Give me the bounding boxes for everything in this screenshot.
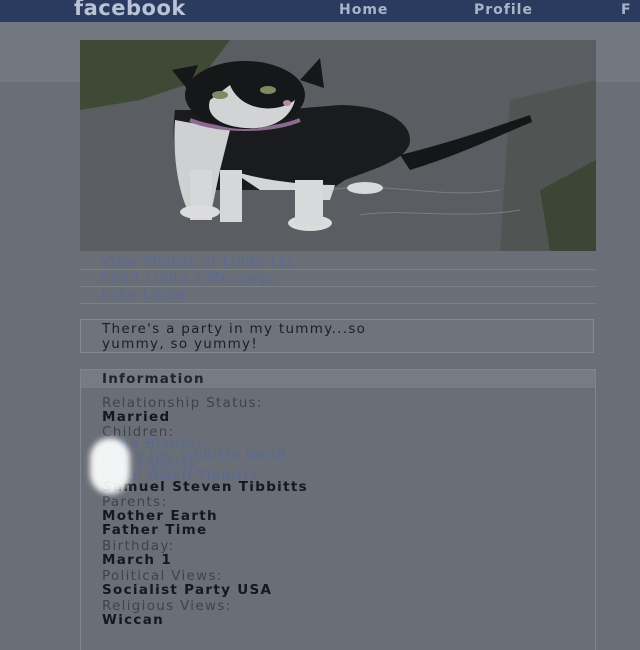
information-body: Relationship Status: Married Children: J… (81, 388, 595, 627)
cat-photo-image (80, 40, 596, 251)
relationship-value: Married (102, 409, 171, 425)
parents-group: Parents: Mother Earth Father Time (102, 495, 595, 537)
profile-photo[interactable] (80, 40, 596, 251)
birthday-label: Birthday: (102, 538, 175, 555)
parent-name: Father Time (102, 522, 208, 539)
status-text-line-1: There's a party in my tummy...so (102, 321, 367, 337)
child-name: Samuel Steven Tibbitts (102, 479, 308, 496)
birthday-value: March 1 (102, 552, 173, 569)
profile-column: View Photos of Linda (1) Send Linda a Me… (80, 40, 596, 650)
parents-label: Parents: (102, 494, 168, 511)
nav-friends[interactable]: F (621, 2, 632, 18)
information-title: Information (81, 370, 595, 388)
top-bar: facebook Home Profile F (0, 0, 640, 22)
status-text-line-2: yummy, so yummy! (102, 336, 259, 352)
political-group: Political Views: Socialist Party USA (102, 569, 595, 597)
profile-actions: View Photos of Linda (1) Send Linda a Me… (80, 253, 596, 304)
birthday-group: Birthday: March 1 (102, 539, 595, 567)
information-box: Information Relationship Status: Married… (80, 369, 596, 650)
relationship-group: Relationship Status: Married (102, 396, 595, 424)
light-glare (90, 438, 130, 494)
children-group: Children: Josie Blanton EMily Joy Tibbit… (102, 425, 595, 496)
view-photos-link[interactable]: View Photos of Linda (1) (80, 253, 596, 270)
poke-link[interactable]: Poke Linda (80, 287, 596, 304)
nav-home[interactable]: Home (339, 2, 388, 18)
nav-profile[interactable]: Profile (474, 2, 533, 18)
facebook-logo[interactable]: facebook (74, 0, 186, 20)
religious-group: Religious Views: Wiccan (102, 599, 595, 627)
relationship-label: Relationship Status: (102, 395, 263, 411)
religious-label: Religious Views: (102, 598, 232, 615)
status-box: There's a party in my tummy...so yummy, … (80, 319, 594, 353)
send-message-link[interactable]: Send Linda a Message (80, 270, 596, 287)
religious-value: Wiccan (102, 612, 165, 629)
political-value: Socialist Party USA (102, 582, 273, 599)
parent-name: Mother Earth (102, 508, 218, 525)
political-label: Political Views: (102, 568, 223, 585)
